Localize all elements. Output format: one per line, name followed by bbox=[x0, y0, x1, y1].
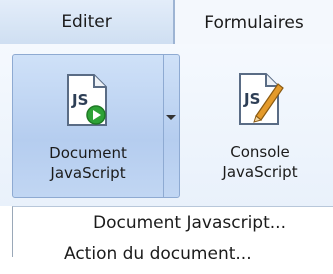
javascript-dropdown-menu: Document Javascript... Action du documen… bbox=[12, 206, 333, 264]
tab-formulaires-label: Formulaires bbox=[204, 12, 304, 33]
js-document-icon: JS bbox=[67, 74, 107, 126]
tab-formulaires[interactable]: Formulaires bbox=[175, 0, 333, 45]
document-javascript-label: Document JavaScript bbox=[49, 144, 127, 182]
ribbon-panel: JS Document JavaScript JS Console JavaSc… bbox=[0, 44, 333, 206]
svg-text:JS: JS bbox=[71, 91, 88, 109]
menu-item-label: Document Javascript... bbox=[93, 213, 286, 233]
tab-editer-label: Editer bbox=[61, 12, 112, 32]
chevron-down-icon[interactable] bbox=[166, 115, 176, 120]
console-javascript-button[interactable]: JS Console JavaScript bbox=[200, 54, 320, 198]
ribbon-tab-bar: Editer Formulaires bbox=[0, 0, 333, 45]
console-javascript-label: Console JavaScript bbox=[222, 143, 298, 181]
menu-item-label: Action du document... bbox=[64, 244, 252, 264]
menu-item-document-javascript[interactable]: Document Javascript... bbox=[13, 213, 333, 243]
menu-item-action-du-document[interactable]: Action du document... bbox=[13, 244, 333, 274]
document-javascript-button[interactable]: JS Document JavaScript bbox=[12, 54, 180, 198]
split-divider bbox=[163, 55, 164, 197]
js-console-icon: JS bbox=[239, 73, 284, 125]
tab-editer[interactable]: Editer bbox=[0, 0, 175, 44]
svg-text:JS: JS bbox=[243, 90, 260, 108]
